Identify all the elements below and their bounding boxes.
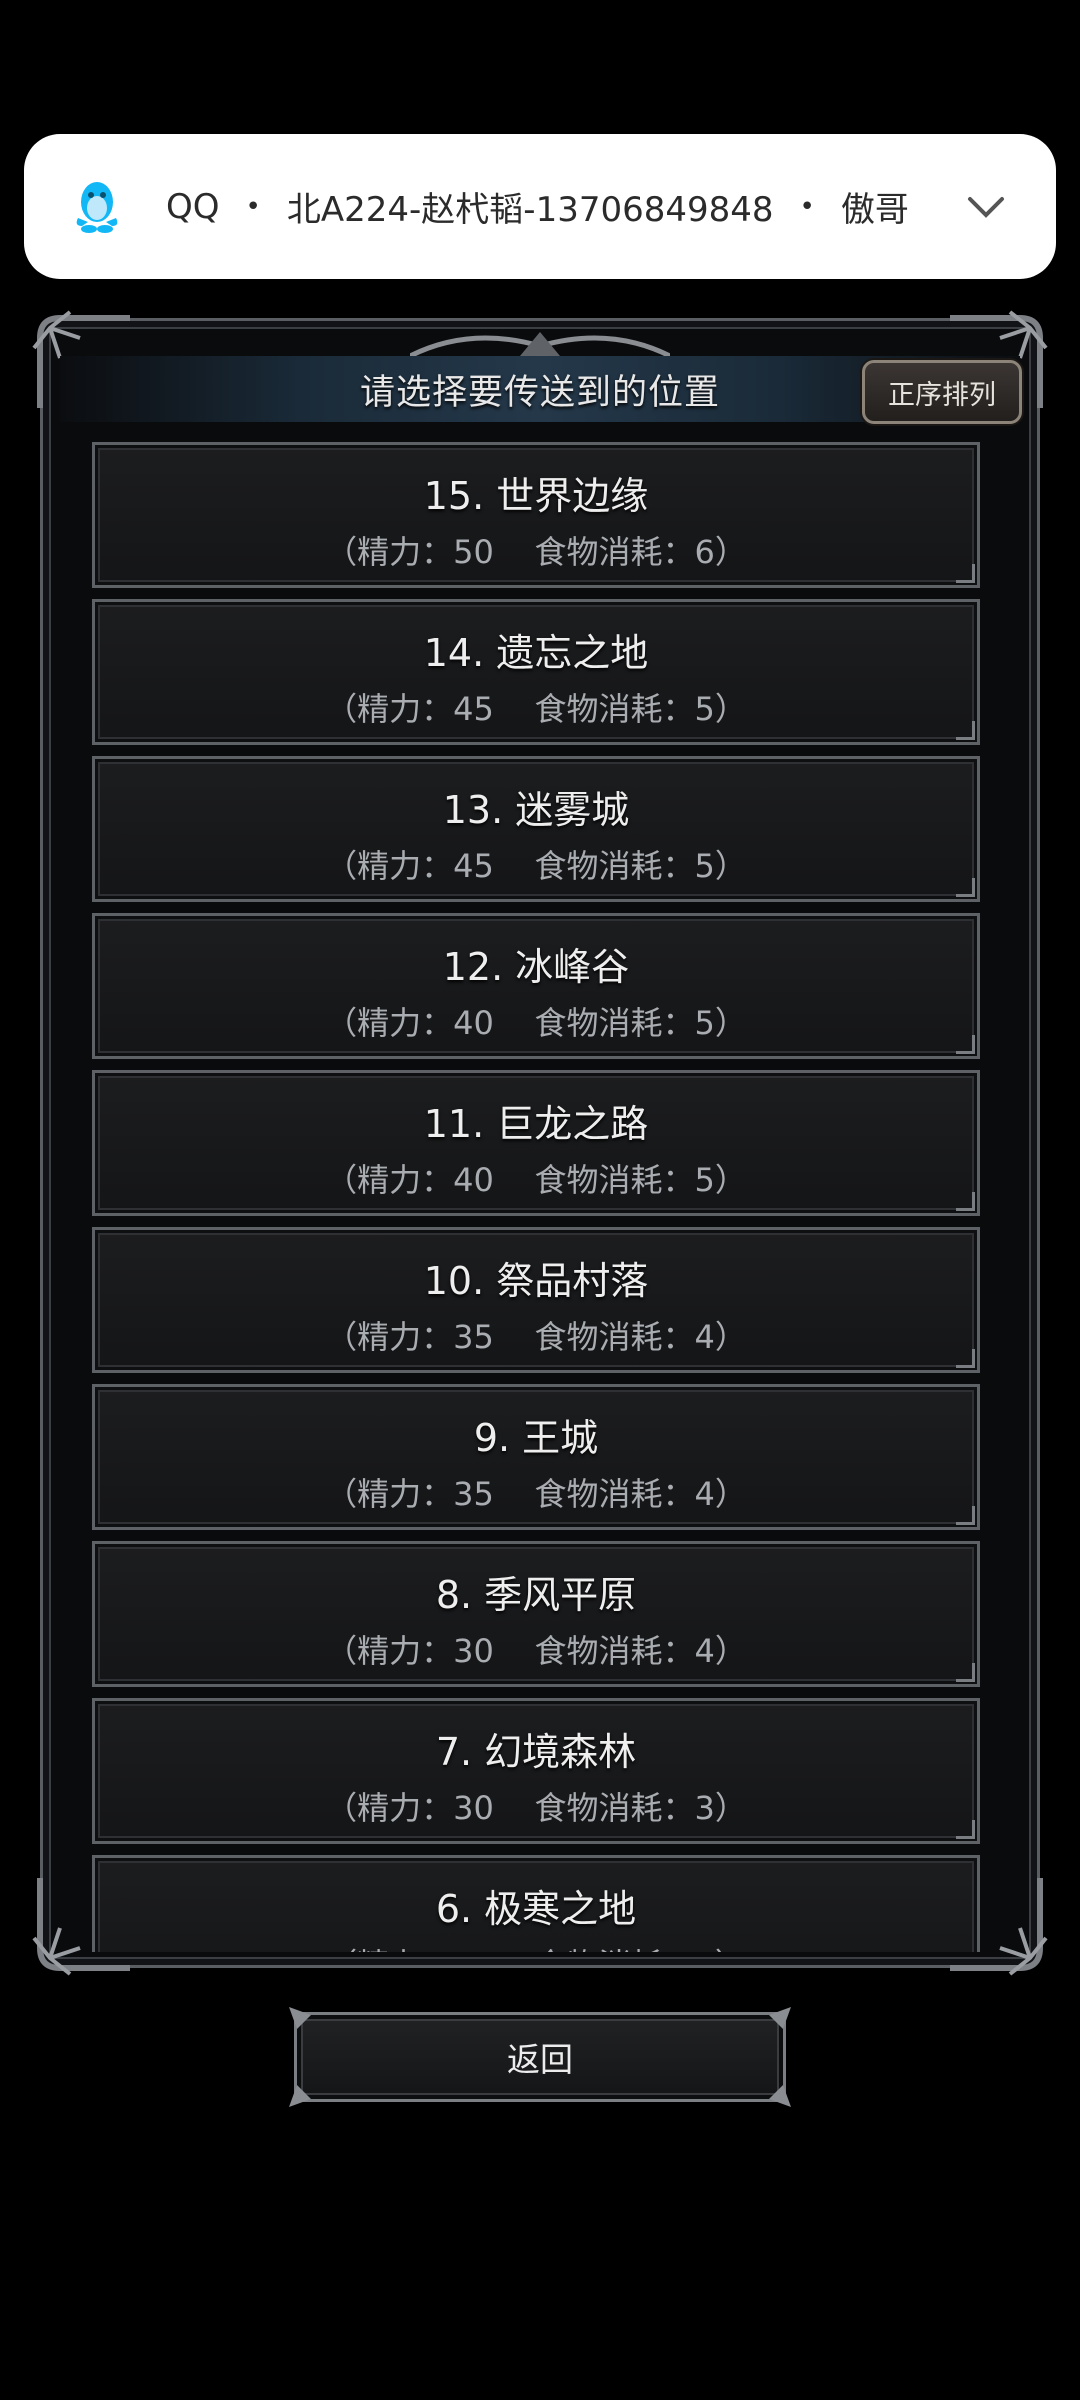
back-button-label: 返回: [507, 2040, 573, 2079]
location-item[interactable]: 11. 巨龙之路 （精力：40 食物消耗：5）: [92, 1070, 980, 1216]
location-cost: （精力：45 食物消耗：5）: [325, 690, 747, 728]
location-name: 12. 冰峰谷: [442, 945, 630, 989]
location-cost: （精力：45 食物消耗：5）: [325, 847, 747, 885]
location-cost: （精力：50 食物消耗：6）: [325, 533, 747, 571]
location-list[interactable]: 15. 世界边缘 （精力：50 食物消耗：6） 14. 遗忘之地 （精力：45 …: [92, 442, 980, 1952]
location-item[interactable]: 9. 王城 （精力：35 食物消耗：4）: [92, 1384, 980, 1530]
location-name: 8. 季风平原: [435, 1573, 637, 1617]
qq-penguin-icon: [76, 181, 118, 233]
location-name: 9. 王城: [473, 1416, 599, 1460]
sort-order-button[interactable]: 正序排列: [862, 360, 1022, 424]
teleport-dialog: 请选择要传送到的位置 正序排列 15. 世界边缘 （精力：50 食物消耗：6） …: [32, 310, 1048, 1976]
notification-banner[interactable]: QQ • 北A224-赵杙韬-13706849848 • 傲哥: [24, 134, 1056, 279]
location-cost: （精力：30 食物消耗：3）: [325, 1789, 747, 1827]
location-item[interactable]: 10. 祭品村落 （精力：35 食物消耗：4）: [92, 1227, 980, 1373]
location-cost: （精力：35 食物消耗：4）: [325, 1318, 747, 1356]
location-cost: （精力：40 食物消耗：5）: [325, 1161, 747, 1199]
notification-message: 傲哥: [840, 190, 909, 230]
location-item[interactable]: 6. 极寒之地 （精力：25 食物消耗：3）: [92, 1855, 980, 1952]
location-name: 7. 幻境森林: [435, 1730, 637, 1774]
chevron-down-icon[interactable]: [964, 185, 1008, 229]
spike-ornament-icon: [289, 2007, 311, 2029]
separator-dot: •: [245, 191, 261, 222]
location-name: 10. 祭品村落: [423, 1259, 649, 1303]
separator-dot: •: [799, 191, 815, 222]
dialog-title: 请选择要传送到的位置: [359, 372, 720, 413]
back-button[interactable]: 返回: [289, 2007, 791, 2107]
notification-text: QQ • 北A224-赵杙韬-13706849848 • 傲哥: [166, 182, 909, 231]
spike-ornament-icon: [769, 2085, 791, 2107]
location-name: 13. 迷雾城: [442, 788, 630, 832]
notification-sender: 北A224-赵杙韬-13706849848: [286, 190, 774, 230]
spike-ornament-icon: [769, 2007, 791, 2029]
location-cost: （精力：35 食物消耗：4）: [325, 1475, 747, 1513]
location-cost: （精力：25 食物消耗：3）: [95, 1940, 977, 1952]
location-item[interactable]: 12. 冰峰谷 （精力：40 食物消耗：5）: [92, 913, 980, 1059]
location-name: 6. 极寒之地: [435, 1887, 637, 1931]
location-item[interactable]: 14. 遗忘之地 （精力：45 食物消耗：5）: [92, 599, 980, 745]
location-name: 15. 世界边缘: [423, 474, 649, 518]
location-item[interactable]: 8. 季风平原 （精力：30 食物消耗：4）: [92, 1541, 980, 1687]
location-item[interactable]: 7. 幻境森林 （精力：30 食物消耗：3）: [92, 1698, 980, 1844]
location-name: 11. 巨龙之路: [423, 1102, 649, 1146]
notification-app-name: QQ: [166, 186, 220, 227]
spike-ornament-icon: [289, 2085, 311, 2107]
location-item[interactable]: 15. 世界边缘 （精力：50 食物消耗：6）: [92, 442, 980, 588]
location-cost: （精力：30 食物消耗：4）: [325, 1632, 747, 1670]
location-cost: （精力：40 食物消耗：5）: [325, 1004, 747, 1042]
location-name: 14. 遗忘之地: [423, 631, 649, 675]
location-item[interactable]: 13. 迷雾城 （精力：45 食物消耗：5）: [92, 756, 980, 902]
